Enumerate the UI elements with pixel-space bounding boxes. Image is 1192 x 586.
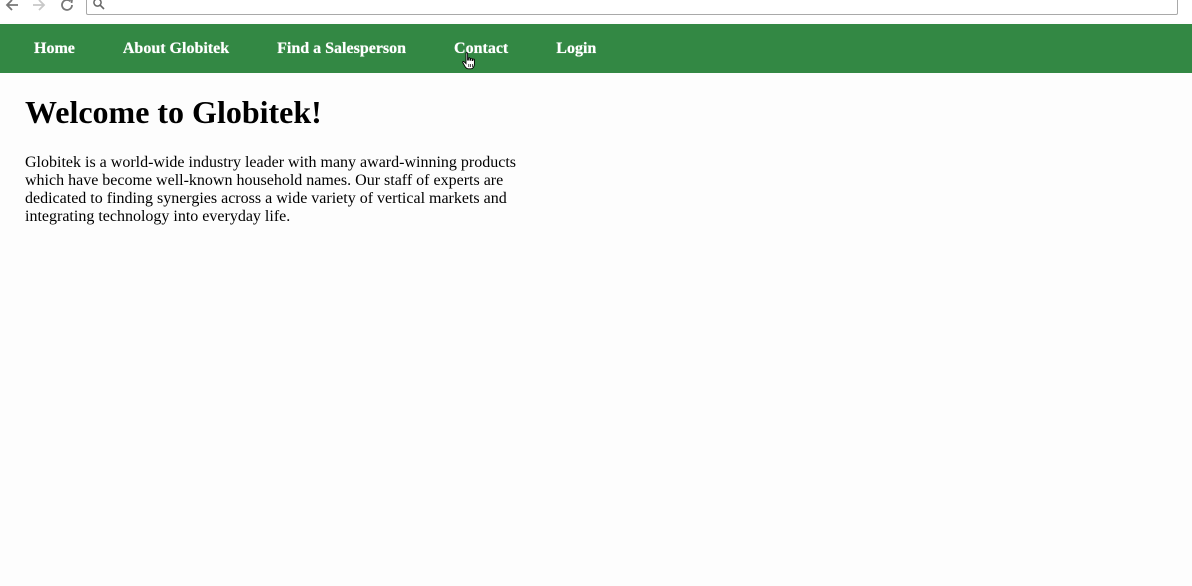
intro-paragraph: Globitek is a world-wide industry leader… [25, 154, 516, 225]
arrow-right-icon [33, 0, 46, 11]
nav-link-home[interactable]: Home [10, 24, 99, 73]
main-content: Welcome to Globitek! Globitek is a world… [25, 93, 525, 226]
reload-icon [61, 0, 73, 11]
nav-item-home: Home [10, 24, 99, 73]
magnifier-icon [93, 0, 105, 10]
nav-link-login[interactable]: Login [532, 24, 620, 73]
nav-item-find-salesperson: Find a Salesperson [253, 24, 430, 73]
address-bar[interactable] [86, 0, 1178, 15]
nav-list: Home About Globitek Find a Salesperson C… [0, 24, 1192, 73]
page-title: Welcome to Globitek! [25, 94, 322, 130]
back-button[interactable] [1, 0, 23, 16]
nav-item-login: Login [532, 24, 620, 73]
nav-item-contact: Contact [430, 24, 532, 73]
nav-item-about: About Globitek [99, 24, 253, 73]
browser-toolbar [0, 0, 1192, 22]
arrow-left-icon [5, 0, 18, 11]
reload-button[interactable] [56, 0, 78, 16]
nav-link-about[interactable]: About Globitek [99, 24, 253, 73]
nav-link-contact[interactable]: Contact [430, 24, 532, 73]
main-navigation: Home About Globitek Find a Salesperson C… [0, 24, 1192, 73]
forward-button[interactable] [28, 0, 50, 16]
address-input[interactable] [109, 0, 1169, 13]
hand-cursor-icon [462, 52, 475, 70]
nav-link-find-salesperson[interactable]: Find a Salesperson [253, 24, 430, 73]
